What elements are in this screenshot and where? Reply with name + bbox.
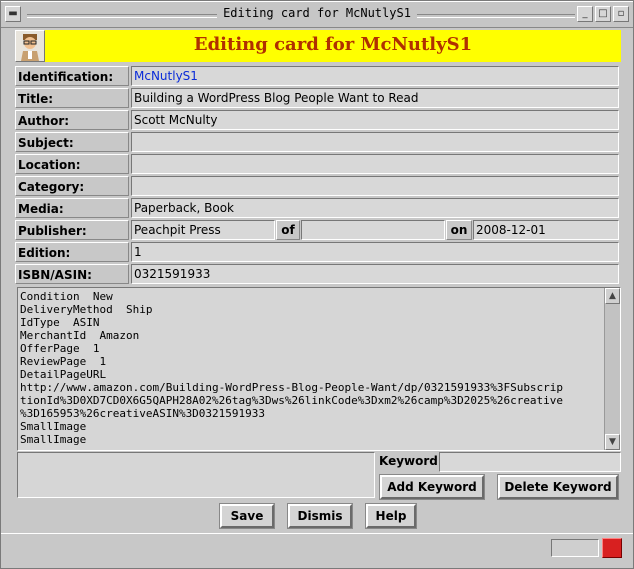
librarian-figure — [21, 34, 39, 61]
close-icon[interactable]: ▫ — [613, 6, 629, 22]
of-field[interactable] — [301, 220, 445, 240]
category-label: Category: — [15, 176, 129, 196]
row-identification: Identification: McNutlyS1 — [15, 66, 621, 88]
keyword-input[interactable] — [439, 452, 621, 472]
status-indicator-icon — [602, 538, 622, 558]
location-label: Location: — [15, 154, 129, 174]
delete-keyword-button[interactable]: Delete Keyword — [497, 474, 619, 500]
isbn-field[interactable]: 0321591933 — [131, 264, 619, 284]
editor-window: ▬ Editing card for McNutlyS1 _ □ ▫ Editi… — [0, 0, 634, 569]
window-title: Editing card for McNutlyS1 — [1, 6, 633, 20]
location-field[interactable] — [131, 154, 619, 174]
row-edition: Edition: 1 — [15, 242, 621, 264]
keywords-list[interactable] — [17, 452, 375, 498]
category-field[interactable] — [131, 176, 619, 196]
row-location: Location: — [15, 154, 621, 176]
minimize-icon[interactable]: _ — [577, 6, 593, 22]
title-bar[interactable]: ▬ Editing card for McNutlyS1 _ □ ▫ — [1, 1, 633, 28]
card-header: Editing card for McNutlyS1 — [15, 30, 621, 62]
librarian-avatar-icon — [15, 30, 45, 62]
media-label: Media: — [15, 198, 129, 218]
author-field[interactable]: Scott McNulty — [131, 110, 619, 130]
row-media: Media: Paperback, Book — [15, 198, 621, 220]
media-field[interactable]: Paperback, Book — [131, 198, 619, 218]
save-button[interactable]: Save — [219, 503, 275, 529]
edition-field[interactable]: 1 — [131, 242, 619, 262]
scroll-up-arrow-icon[interactable]: ▲ — [605, 288, 620, 304]
keyword-label: Keyword: — [379, 454, 443, 468]
help-button[interactable]: Help — [365, 503, 417, 529]
row-category: Category: — [15, 176, 621, 198]
author-label: Author: — [15, 110, 129, 130]
row-title: Title: Building a WordPress Blog People … — [15, 88, 621, 110]
add-keyword-button[interactable]: Add Keyword — [379, 474, 485, 500]
publisher-label: Publisher: — [15, 220, 129, 240]
row-subject: Subject: — [15, 132, 621, 154]
publish-date-field[interactable]: 2008-12-01 — [473, 220, 619, 240]
row-author: Author: Scott McNulty — [15, 110, 621, 132]
maximize-icon[interactable]: □ — [595, 6, 611, 22]
publisher-field[interactable]: Peachpit Press — [131, 220, 275, 240]
on-label: on — [446, 220, 472, 240]
title-label: Title: — [15, 88, 129, 108]
row-isbn: ISBN/ASIN: 0321591933 — [15, 264, 621, 286]
banner-title: Editing card for McNutlyS1 — [45, 30, 621, 62]
subject-field[interactable] — [131, 132, 619, 152]
notes-text[interactable]: Condition New DeliveryMethod Ship IdType… — [20, 290, 604, 448]
notes-textarea[interactable]: Condition New DeliveryMethod Ship IdType… — [17, 287, 621, 451]
subject-label: Subject: — [15, 132, 129, 152]
row-publisher: Publisher: Peachpit Press of on 2008-12-… — [15, 220, 621, 242]
identification-label: Identification: — [15, 66, 129, 86]
notes-scrollbar[interactable]: ▲ ▼ — [604, 288, 620, 450]
edition-label: Edition: — [15, 242, 129, 262]
title-field[interactable]: Building a WordPress Blog People Want to… — [131, 88, 619, 108]
identification-field[interactable]: McNutlyS1 — [131, 66, 619, 86]
dismiss-button[interactable]: Dismis — [287, 503, 353, 529]
isbn-label: ISBN/ASIN: — [15, 264, 129, 284]
status-bar — [1, 533, 633, 568]
of-label: of — [276, 220, 300, 240]
scroll-down-arrow-icon[interactable]: ▼ — [605, 434, 620, 450]
status-field — [551, 539, 599, 557]
